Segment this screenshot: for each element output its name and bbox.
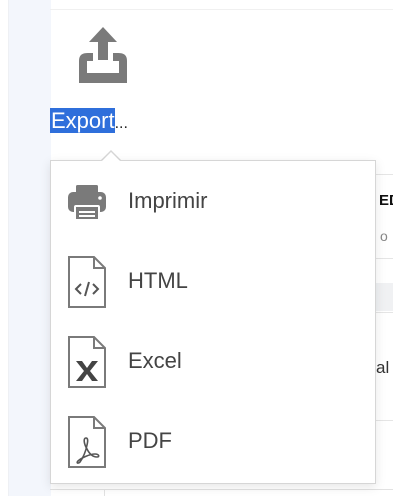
pdf-file-icon	[68, 416, 106, 468]
table-line	[376, 174, 393, 175]
top-divider	[50, 0, 393, 10]
table-subheader-fragment: o	[380, 228, 388, 244]
bottom-divider	[50, 489, 393, 490]
menu-item-label: HTML	[128, 268, 188, 293]
table-line	[376, 312, 393, 313]
printer-icon	[68, 185, 106, 221]
dropdown-caret-inner	[101, 152, 121, 162]
html-file-icon	[68, 256, 106, 308]
upload-tray-icon	[79, 27, 127, 83]
page: Export... ED o al Imprimir	[0, 0, 393, 496]
export-label-suffix: ...	[114, 115, 128, 132]
table-cell-fragment: al	[376, 358, 390, 377]
menu-item-label: Imprimir	[128, 188, 208, 213]
menu-item-excel[interactable]: Excel	[51, 321, 377, 401]
export-button[interactable]: Export...	[50, 20, 170, 148]
table-line	[376, 258, 393, 259]
menu-item-print[interactable]: Imprimir	[51, 161, 377, 241]
table-header-fragment: ED	[379, 192, 393, 209]
menu-item-label: Excel	[128, 348, 182, 373]
background-table: ED o al	[376, 160, 393, 496]
menu-item-html[interactable]: HTML	[51, 241, 377, 321]
table-line	[376, 420, 393, 421]
export-label: Export...	[50, 107, 128, 138]
export-label-highlighted: Export	[50, 108, 115, 133]
export-dropdown-menu: Imprimir HTML Excel PDF	[50, 160, 376, 484]
menu-item-pdf[interactable]: PDF	[51, 401, 377, 481]
table-row-shaded	[376, 283, 393, 311]
menu-item-label: PDF	[128, 428, 172, 453]
left-strip	[0, 0, 8, 496]
left-panel	[8, 0, 51, 496]
excel-file-icon	[68, 336, 106, 388]
bottom-divider-tick	[104, 489, 105, 496]
